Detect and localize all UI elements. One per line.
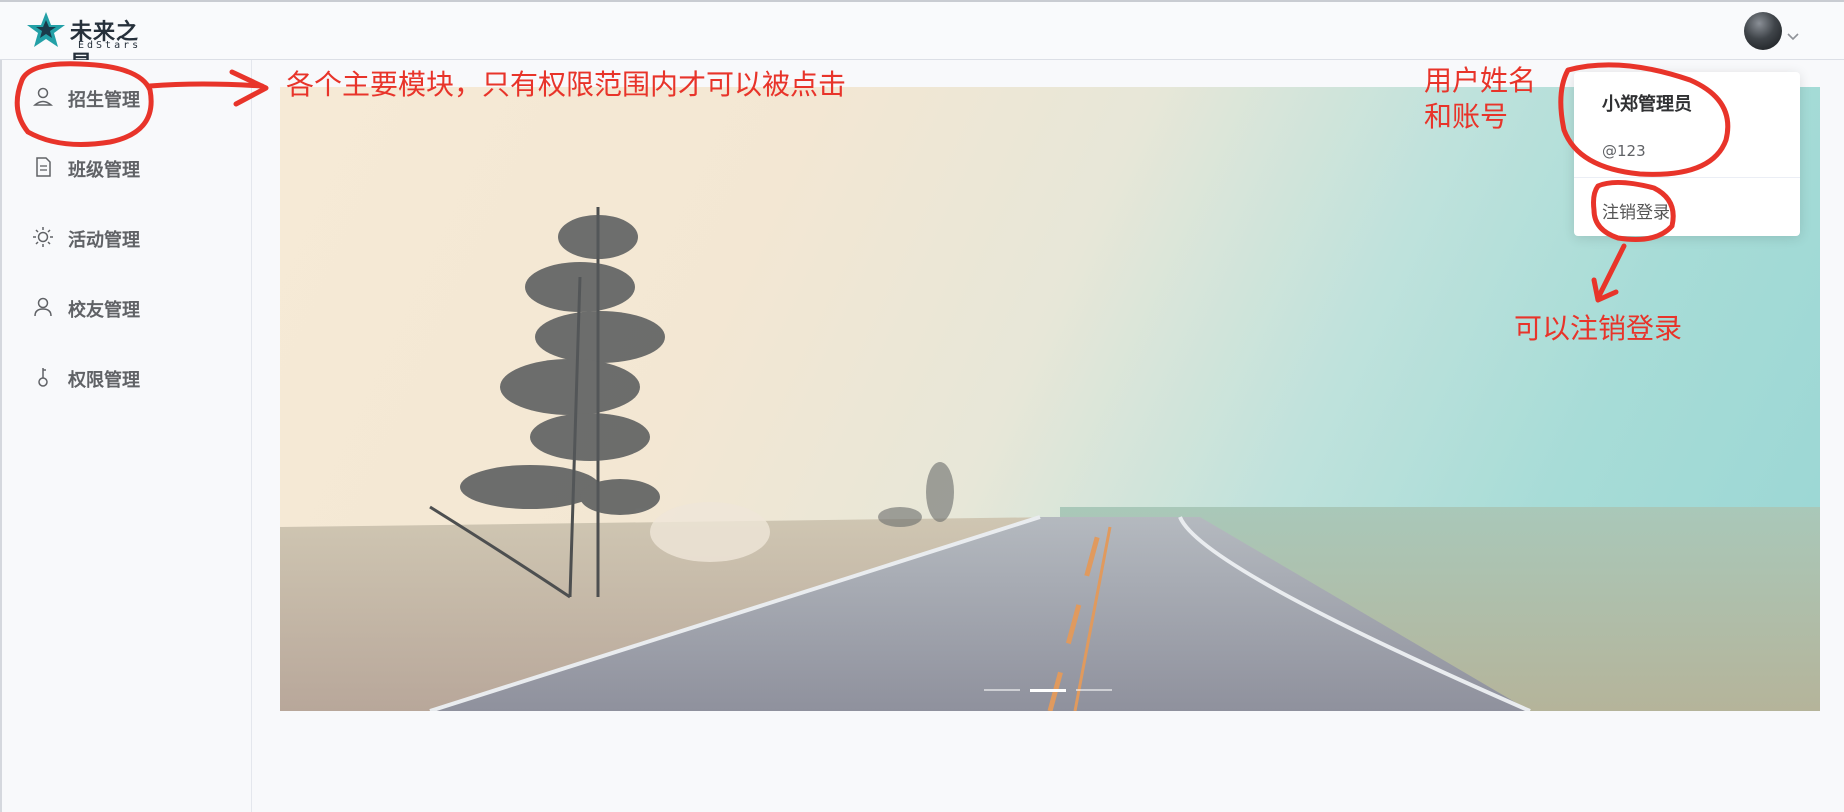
sidebar-item-label: 班级管理	[68, 160, 140, 181]
star-logo-icon	[27, 12, 65, 47]
carousel-indicators	[984, 687, 1124, 693]
carousel-indicator-3[interactable]	[1076, 689, 1112, 691]
user-icon	[34, 297, 52, 317]
user-avatar-menu[interactable]	[1744, 12, 1804, 52]
sidebar-item-label: 权限管理	[68, 370, 140, 391]
user-dropdown-menu: 小郑管理员 @123 注销登录	[1574, 72, 1800, 236]
sidebar-item-activities[interactable]: 活动管理	[2, 212, 252, 262]
annotation-logout-note: 可以注销登录	[1514, 312, 1683, 345]
sidebar-item-label: 招生管理	[68, 90, 140, 111]
annotation-user-note-line2: 和账号	[1424, 100, 1509, 133]
carousel-indicator-1[interactable]	[984, 689, 1020, 691]
logout-menu-item[interactable]: 注销登录	[1602, 198, 1670, 223]
sidebar-item-admissions[interactable]: 招生管理	[2, 72, 252, 122]
logo-subtitle: EdStars	[78, 40, 142, 51]
avatar[interactable]	[1744, 12, 1782, 50]
annotation-modules-note: 各个主要模块，只有权限范围内才可以被点击	[286, 68, 847, 101]
sun-icon	[33, 227, 53, 247]
annotation-user-note-line1: 用户姓名	[1424, 64, 1537, 97]
carousel-indicator-2[interactable]	[1030, 689, 1066, 692]
sidebar-item-alumni[interactable]: 校友管理	[2, 282, 252, 332]
chevron-down-icon[interactable]	[1786, 32, 1800, 42]
divider	[1574, 177, 1800, 178]
key-icon	[38, 368, 48, 387]
user-icon	[33, 87, 53, 106]
user-display-name: 小郑管理员	[1602, 94, 1692, 115]
user-account-id: @123	[1602, 142, 1646, 160]
document-icon	[36, 157, 51, 177]
sidebar-item-label: 活动管理	[68, 230, 140, 251]
sidebar-item-classes[interactable]: 班级管理	[2, 142, 252, 192]
top-bar: 未来之星 EdStars	[0, 0, 1844, 77]
sidebar-item-permissions[interactable]: 权限管理	[2, 352, 252, 402]
sidebar: 招生管理 班级管理 活动管理 校友管理 权限管理	[0, 60, 252, 812]
sidebar-item-label: 校友管理	[68, 300, 140, 321]
app-logo[interactable]: 未来之星 EdStars	[26, 10, 156, 77]
